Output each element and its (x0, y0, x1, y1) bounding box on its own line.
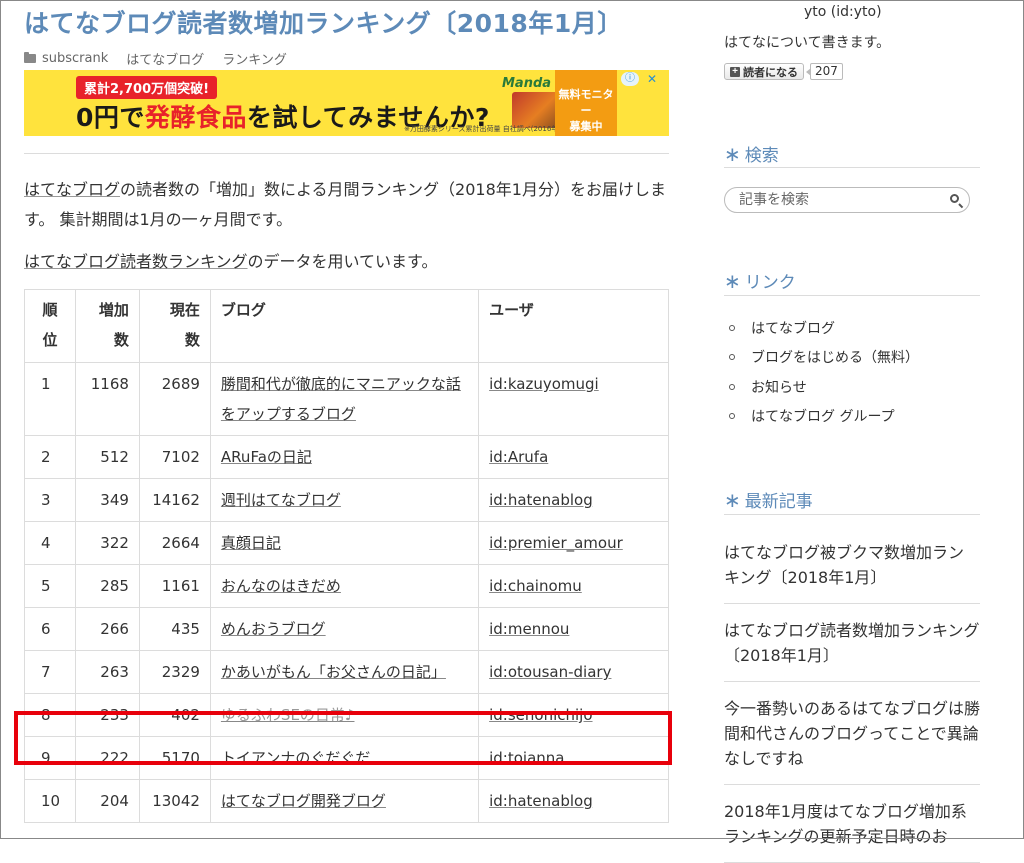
table-row: 9 222 5170 トイアンナのぐだぐだ id:toianna (24, 736, 669, 780)
divider (724, 295, 980, 296)
table-row-highlighted: 8 233 402 ゆるふわSEの日常♪ id:senonichijo (24, 693, 669, 737)
list-item: お知らせ (724, 372, 919, 402)
user-link[interactable]: id:hatenablog (489, 792, 593, 810)
user-link[interactable]: id:premier_amour (489, 534, 623, 552)
link-hatenablog[interactable]: はてなブログ (751, 318, 835, 338)
divider (724, 514, 980, 515)
search-icon[interactable] (950, 194, 959, 203)
list-item: はてなブログ (724, 313, 919, 343)
category-link-subscrank[interactable]: subscrank (42, 51, 108, 66)
table-row: 10 204 13042 はてなブログ開発ブログ id:hatenablog (24, 779, 669, 823)
asterisk-icon: ∗ (724, 141, 741, 166)
source-paragraph: はてなブログ読者数ランキングのデータを用いています。 (24, 252, 438, 271)
blog-link[interactable]: 週刊はてなブログ (221, 491, 341, 509)
bullet-icon (729, 354, 735, 361)
bullet-icon (729, 413, 735, 420)
header-current: 現在数 (138, 289, 211, 363)
recent-post-link[interactable]: 2018年1月度はてなブログ増加系ランキングの更新予定日時のお (724, 802, 967, 846)
blog-link[interactable]: 勝間和代が徹底的にマニアックな話をアップするブログ (221, 375, 461, 423)
recent-post-link[interactable]: はてなブログ被ブクマ数増加ランキング〔2018年1月〕 (724, 543, 964, 587)
page-title[interactable]: はてなブログ読者数増加ランキング〔2018年1月〕 (24, 4, 684, 40)
list-item: はてなブログ グループ (724, 402, 919, 432)
header-increase: 増加数 (74, 289, 140, 363)
list-item: 2018年1月度はてなブログ増加系ランキングの更新予定日時のお (724, 785, 980, 863)
subscriber-count: 207 (806, 63, 843, 80)
ranking-table: 順位 増加数 現在数 ブログ ユーザ 1 1168 2689 勝間和代が徹底的にマニア… (24, 289, 669, 823)
list-item: 今一番勢いのあるはてなブログは勝間和代さんのブログってことで異論なしですね (724, 682, 980, 785)
table-row: 4 322 2664 真顔日記 id:premier_amour (24, 521, 669, 565)
list-item: はてなブログ被ブクマ数増加ランキング〔2018年1月〕 (724, 527, 980, 604)
divider (724, 167, 980, 168)
blog-link[interactable]: めんおうブログ (221, 620, 326, 638)
links-list: はてなブログ ブログをはじめる（無料） お知らせ はてなブログ グループ (724, 313, 919, 431)
user-link[interactable]: id:mennou (489, 620, 569, 638)
ad-close-icon[interactable]: ✕ (645, 72, 659, 86)
blog-link[interactable]: かあいがもん「お父さんの日記」 (221, 663, 446, 681)
profile-description: はてなについて書きます。 (724, 35, 891, 51)
ad-banner[interactable]: 累計2,700万個突破! 0円で発酵食品を試してみませんか? Manda ※万田… (24, 70, 669, 136)
subscribe-button[interactable]: + 読者になる (724, 63, 804, 80)
header-blog: ブログ (209, 289, 480, 363)
category-link-hatenablog[interactable]: はてなブログ (126, 49, 204, 68)
user-link[interactable]: id:hatenablog (489, 491, 593, 509)
profile-name[interactable]: yto (id:yto) (804, 4, 882, 20)
table-row: 1 1168 2689 勝間和代が徹底的にマニアックな話をアップするブログ id:kaz… (24, 362, 669, 436)
user-link[interactable]: id:toianna (489, 749, 564, 767)
asterisk-icon: ∗ (724, 268, 741, 293)
bullet-icon (729, 383, 735, 390)
recent-post-link[interactable]: 今一番勢いのあるはてなブログは勝間和代さんのブログってことで異論なしですね (724, 699, 980, 768)
user-link[interactable]: id:kazuyomugi (489, 375, 599, 393)
header-user: ユーザ (478, 289, 669, 363)
list-item: ブログをはじめる（無料） (724, 343, 919, 373)
search-input[interactable] (737, 191, 941, 209)
ad-brand-logo: Manda (502, 76, 552, 91)
user-link[interactable]: id:otousan-diary (489, 663, 611, 681)
recent-post-link[interactable]: はてなブログ読者数増加ランキング〔2018年1月〕 (724, 621, 980, 665)
recent-section-title: ∗ 最新記事 (724, 487, 813, 513)
blog-link[interactable]: ARuFaの日記 (221, 448, 312, 466)
table-row: 7 263 2329 かあいがもん「お父さんの日記」 id:otousan-diary (24, 650, 669, 694)
blog-link[interactable]: ゆるふわSEの日常♪ (221, 706, 355, 724)
blog-link[interactable]: トイアンナのぐだぐだ (221, 749, 370, 767)
link-blog-group[interactable]: はてなブログ グループ (751, 406, 895, 426)
hatenablog-link[interactable]: はてなブログ (24, 180, 120, 199)
ad-cta-button[interactable]: 無料モニター 募集中 (555, 70, 617, 136)
table-header-row: 順位 増加数 現在数 ブログ ユーザ (24, 289, 669, 363)
user-link[interactable]: id:senonichijo (489, 706, 592, 724)
links-section-title: ∗ リンク (724, 268, 796, 294)
recent-posts-list: はてなブログ被ブクマ数増加ランキング〔2018年1月〕 はてなブログ読者数増加ラ… (724, 527, 980, 863)
search-section-title: ∗ 検索 (724, 141, 779, 167)
plus-icon: + (730, 66, 740, 77)
intro-paragraph: はてなブログの読者数の「増加」数による月間ランキング（2018年1月分）をお届け… (24, 180, 666, 229)
table-row: 3 349 14162 週刊はてなブログ id:hatenablog (24, 478, 669, 522)
table-row: 2 512 7102 ARuFaの日記 id:Arufa (24, 435, 669, 479)
subscribe-widget: + 読者になる 207 (724, 63, 843, 80)
list-item: はてなブログ読者数増加ランキング〔2018年1月〕 (724, 604, 980, 682)
category-list: subscrank はてなブログ ランキング (24, 49, 305, 68)
folder-icon (24, 52, 36, 63)
header-rank: 順位 (24, 289, 76, 363)
subscriber-ranking-link[interactable]: はてなブログ読者数ランキング (24, 252, 248, 271)
asterisk-icon: ∗ (724, 487, 741, 512)
link-news[interactable]: お知らせ (751, 377, 807, 397)
blog-link[interactable]: おんなのはきだめ (221, 577, 341, 595)
blog-link[interactable]: 真顔日記 (221, 534, 281, 552)
adchoices-icon[interactable]: ⓘ (621, 72, 639, 86)
blog-link[interactable]: はてなブログ開発ブログ (221, 792, 386, 810)
link-start-blog[interactable]: ブログをはじめる（無料） (751, 347, 919, 367)
ad-badge: 累計2,700万個突破! (76, 76, 218, 99)
user-link[interactable]: id:chainomu (489, 577, 582, 595)
category-link-ranking[interactable]: ランキング (222, 49, 287, 68)
bullet-icon (729, 324, 735, 331)
table-row: 6 266 435 めんおうブログ id:mennou (24, 607, 669, 651)
divider (24, 153, 669, 154)
table-row: 5 285 1161 おんなのはきだめ id:chainomu (24, 564, 669, 608)
user-link[interactable]: id:Arufa (489, 448, 548, 466)
search-box (724, 187, 970, 213)
